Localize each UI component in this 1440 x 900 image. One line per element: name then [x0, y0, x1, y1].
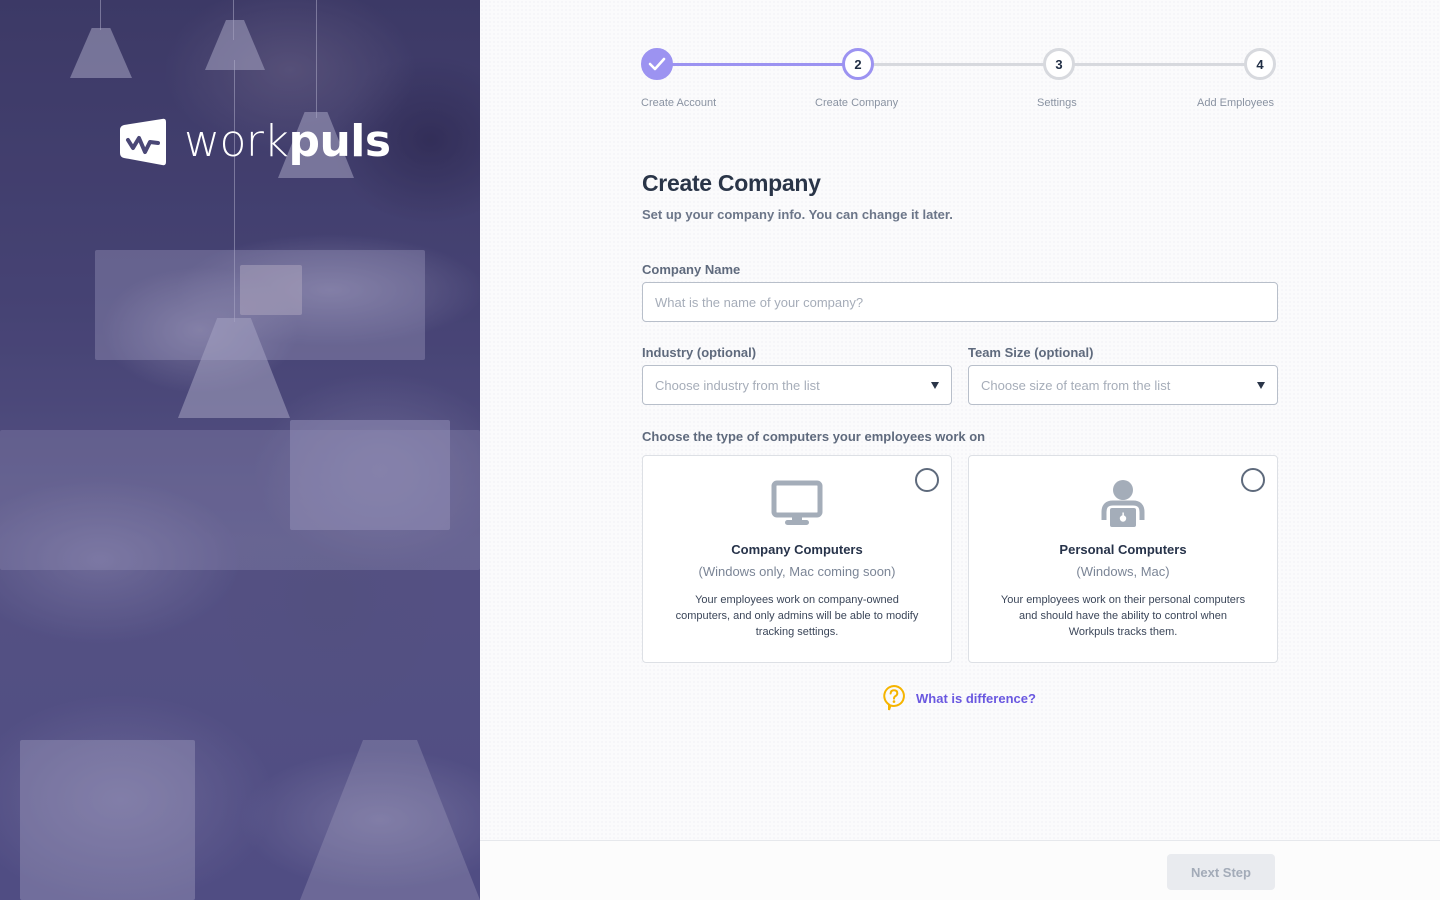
step-2-circle: 2	[842, 48, 874, 80]
step-2-label: Create Company	[815, 97, 899, 109]
step-4-label: Add Employees	[1197, 97, 1275, 109]
personal-computers-card[interactable]: Personal Computers (Windows, Mac) Your e…	[968, 455, 1278, 663]
industry-group: Industry (optional) Choose industry from…	[642, 345, 952, 405]
step-connector	[1071, 63, 1245, 66]
step-number: 2	[854, 56, 862, 72]
step-3-label: Settings	[1037, 97, 1077, 109]
industry-label: Industry (optional)	[642, 345, 757, 360]
onboarding-panel: 2 3 4 Create Account Create Company Sett…	[480, 0, 1440, 900]
brand-wordmark: workpuls	[184, 120, 391, 164]
step-1-label: Create Account	[641, 97, 717, 109]
industry-placeholder: Choose industry from the list	[655, 377, 820, 393]
pulse-flag-icon	[120, 118, 166, 166]
personal-computers-radio[interactable]	[1241, 468, 1265, 492]
create-company-form: Create Company Set up your company info.…	[642, 170, 1278, 663]
person-laptop-icon	[1101, 480, 1145, 527]
what-is-difference-text: What is difference?	[916, 690, 1036, 706]
company-name-label: Company Name	[642, 262, 741, 277]
step-3-circle: 3	[1043, 48, 1075, 80]
page-title: Create Company	[642, 170, 821, 196]
next-step-button[interactable]: Next Step	[1167, 854, 1275, 890]
what-is-difference-link[interactable]: What is difference?	[882, 684, 1036, 712]
company-computers-radio[interactable]	[915, 468, 939, 492]
brand-name-bold: puls	[288, 116, 391, 167]
company-computers-title: Company Computers	[731, 542, 863, 557]
step-1-circle	[641, 48, 673, 80]
personal-computers-title: Personal Computers	[1059, 542, 1187, 557]
company-computers-card[interactable]: Company Computers (Windows only, Mac com…	[642, 455, 952, 663]
personal-computers-sub: (Windows, Mac)	[1076, 564, 1170, 579]
computer-type-options: Company Computers (Windows only, Mac com…	[642, 455, 1278, 663]
page-subtitle: Set up your company info. You can change…	[642, 207, 953, 222]
question-bubble-icon	[883, 684, 905, 711]
step-number: 3	[1055, 56, 1063, 72]
hero-image-panel: workpuls	[0, 0, 480, 900]
caret-down-icon	[931, 382, 939, 389]
check-icon	[648, 57, 666, 71]
brand-logo: workpuls	[116, 118, 391, 166]
step-number: 4	[1256, 56, 1264, 72]
team-size-label: Team Size (optional)	[968, 345, 1094, 360]
team-size-placeholder: Choose size of team from the list	[981, 377, 1171, 393]
caret-down-icon	[1257, 382, 1265, 389]
industry-select[interactable]: Choose industry from the list	[642, 365, 952, 405]
brand-name-light: work	[184, 116, 289, 167]
footer-bar: Next Step	[480, 840, 1440, 900]
team-size-select[interactable]: Choose size of team from the list	[968, 365, 1278, 405]
optional-fields-row: Industry (optional) Choose industry from…	[642, 345, 1278, 405]
personal-computers-desc: Your employees work on their personal co…	[1000, 594, 1246, 638]
progress-stepper: 2 3 4 Create Account Create Company Sett…	[641, 48, 1277, 118]
team-size-group: Team Size (optional) Choose size of team…	[968, 345, 1278, 405]
company-computers-sub: (Windows only, Mac coming soon)	[698, 564, 896, 579]
desktop-monitor-icon	[771, 480, 823, 525]
step-connector-done	[671, 63, 857, 66]
company-computers-desc: Your employees work on company-owned com…	[675, 594, 919, 638]
step-4-circle: 4	[1244, 48, 1276, 80]
computer-type-label: Choose the type of computers your employ…	[642, 429, 986, 444]
step-connector	[871, 63, 1045, 66]
company-name-group: Company Name	[642, 262, 1278, 322]
company-name-input[interactable]	[642, 282, 1278, 322]
